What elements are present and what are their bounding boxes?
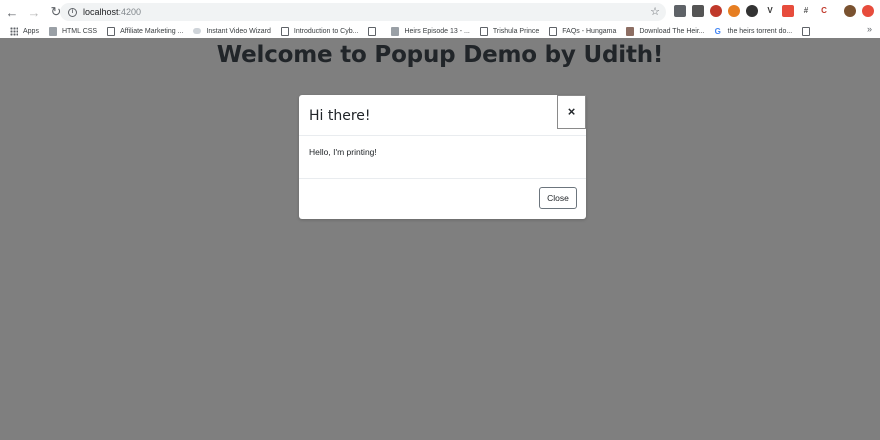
image-icon [48, 26, 57, 36]
browser-toolbar: ← → ↻ i localhost:4200 ☆ V # C [0, 0, 880, 24]
bookmark-star-icon[interactable]: ☆ [650, 5, 660, 18]
modal-body: Hello, I'm printing! [299, 136, 586, 179]
bookmark-download-heirs[interactable]: Download The Heir... [626, 26, 705, 36]
page-backdrop[interactable]: Welcome to Popup Demo by Udith! Hi there… [0, 38, 880, 440]
bookmark-cyber[interactable]: Introduction to Cyb... [280, 26, 358, 36]
page-icon [549, 26, 558, 36]
extension-icons: V # C [674, 5, 874, 17]
vpn-icon[interactable] [728, 5, 740, 17]
more-bookmarks-button[interactable]: » [867, 24, 872, 34]
url-port: :4200 [118, 7, 142, 17]
modal-dialog: Hi there! × Hello, I'm printing! Close [299, 95, 586, 219]
colorful-icon[interactable] [710, 5, 722, 17]
forward-button[interactable]: → [24, 2, 44, 22]
bookmark-html-css[interactable]: HTML CSS [48, 26, 97, 36]
shield-icon [391, 26, 400, 36]
bookmark-affiliate[interactable]: Affiliate Marketing ... [107, 26, 183, 36]
page-icon [802, 26, 811, 36]
screenshot-icon[interactable] [674, 5, 686, 17]
hashtag-icon[interactable]: # [800, 5, 812, 17]
bookmark-trishula[interactable]: Trishula Prince [479, 26, 539, 36]
modal-title: Hi there! [309, 108, 371, 124]
c-bracket-icon[interactable]: C [818, 5, 830, 17]
modal-header: Hi there! × [299, 95, 586, 136]
grammarly-icon[interactable] [746, 5, 758, 17]
bookmark-heirs[interactable]: Heirs Episode 13 - ... [391, 26, 470, 36]
settings-icon[interactable] [862, 5, 874, 17]
vue-icon[interactable]: V [764, 5, 776, 17]
page-icon [280, 26, 289, 36]
lastpass-icon[interactable] [692, 5, 704, 17]
address-bar[interactable]: i localhost:4200 ☆ [60, 3, 666, 21]
url-host: localhost [83, 7, 119, 17]
shield-icon [626, 26, 635, 36]
apps-grid-icon [10, 26, 18, 36]
modal-footer: Close [299, 179, 586, 219]
bookmark-heirs-torrent[interactable]: Gthe heirs torrent do... [714, 26, 792, 36]
notification-badge-icon[interactable] [782, 5, 794, 17]
modal-close-x-button[interactable]: × [557, 95, 586, 129]
close-button[interactable]: Close [539, 187, 577, 209]
bookmarks-bar: Apps HTML CSS Affiliate Marketing ... In… [0, 24, 880, 38]
bookmark-blank[interactable] [368, 26, 381, 36]
bookmark-hungama[interactable]: FAQs - Hungama [549, 26, 616, 36]
info-icon[interactable]: i [68, 7, 77, 17]
cloud-icon [193, 28, 202, 34]
google-icon: G [714, 26, 723, 36]
page-icon [368, 26, 377, 36]
page-icon [107, 26, 116, 36]
bookmark-blank-2[interactable] [802, 26, 815, 36]
bookmark-apps[interactable]: Apps [10, 26, 39, 36]
back-button[interactable]: ← [2, 2, 22, 22]
page-title: Welcome to Popup Demo by Udith! [216, 42, 664, 68]
avatar[interactable] [844, 5, 856, 17]
bookmark-video-wizard[interactable]: Instant Video Wizard [193, 28, 271, 35]
page-icon [479, 26, 488, 36]
